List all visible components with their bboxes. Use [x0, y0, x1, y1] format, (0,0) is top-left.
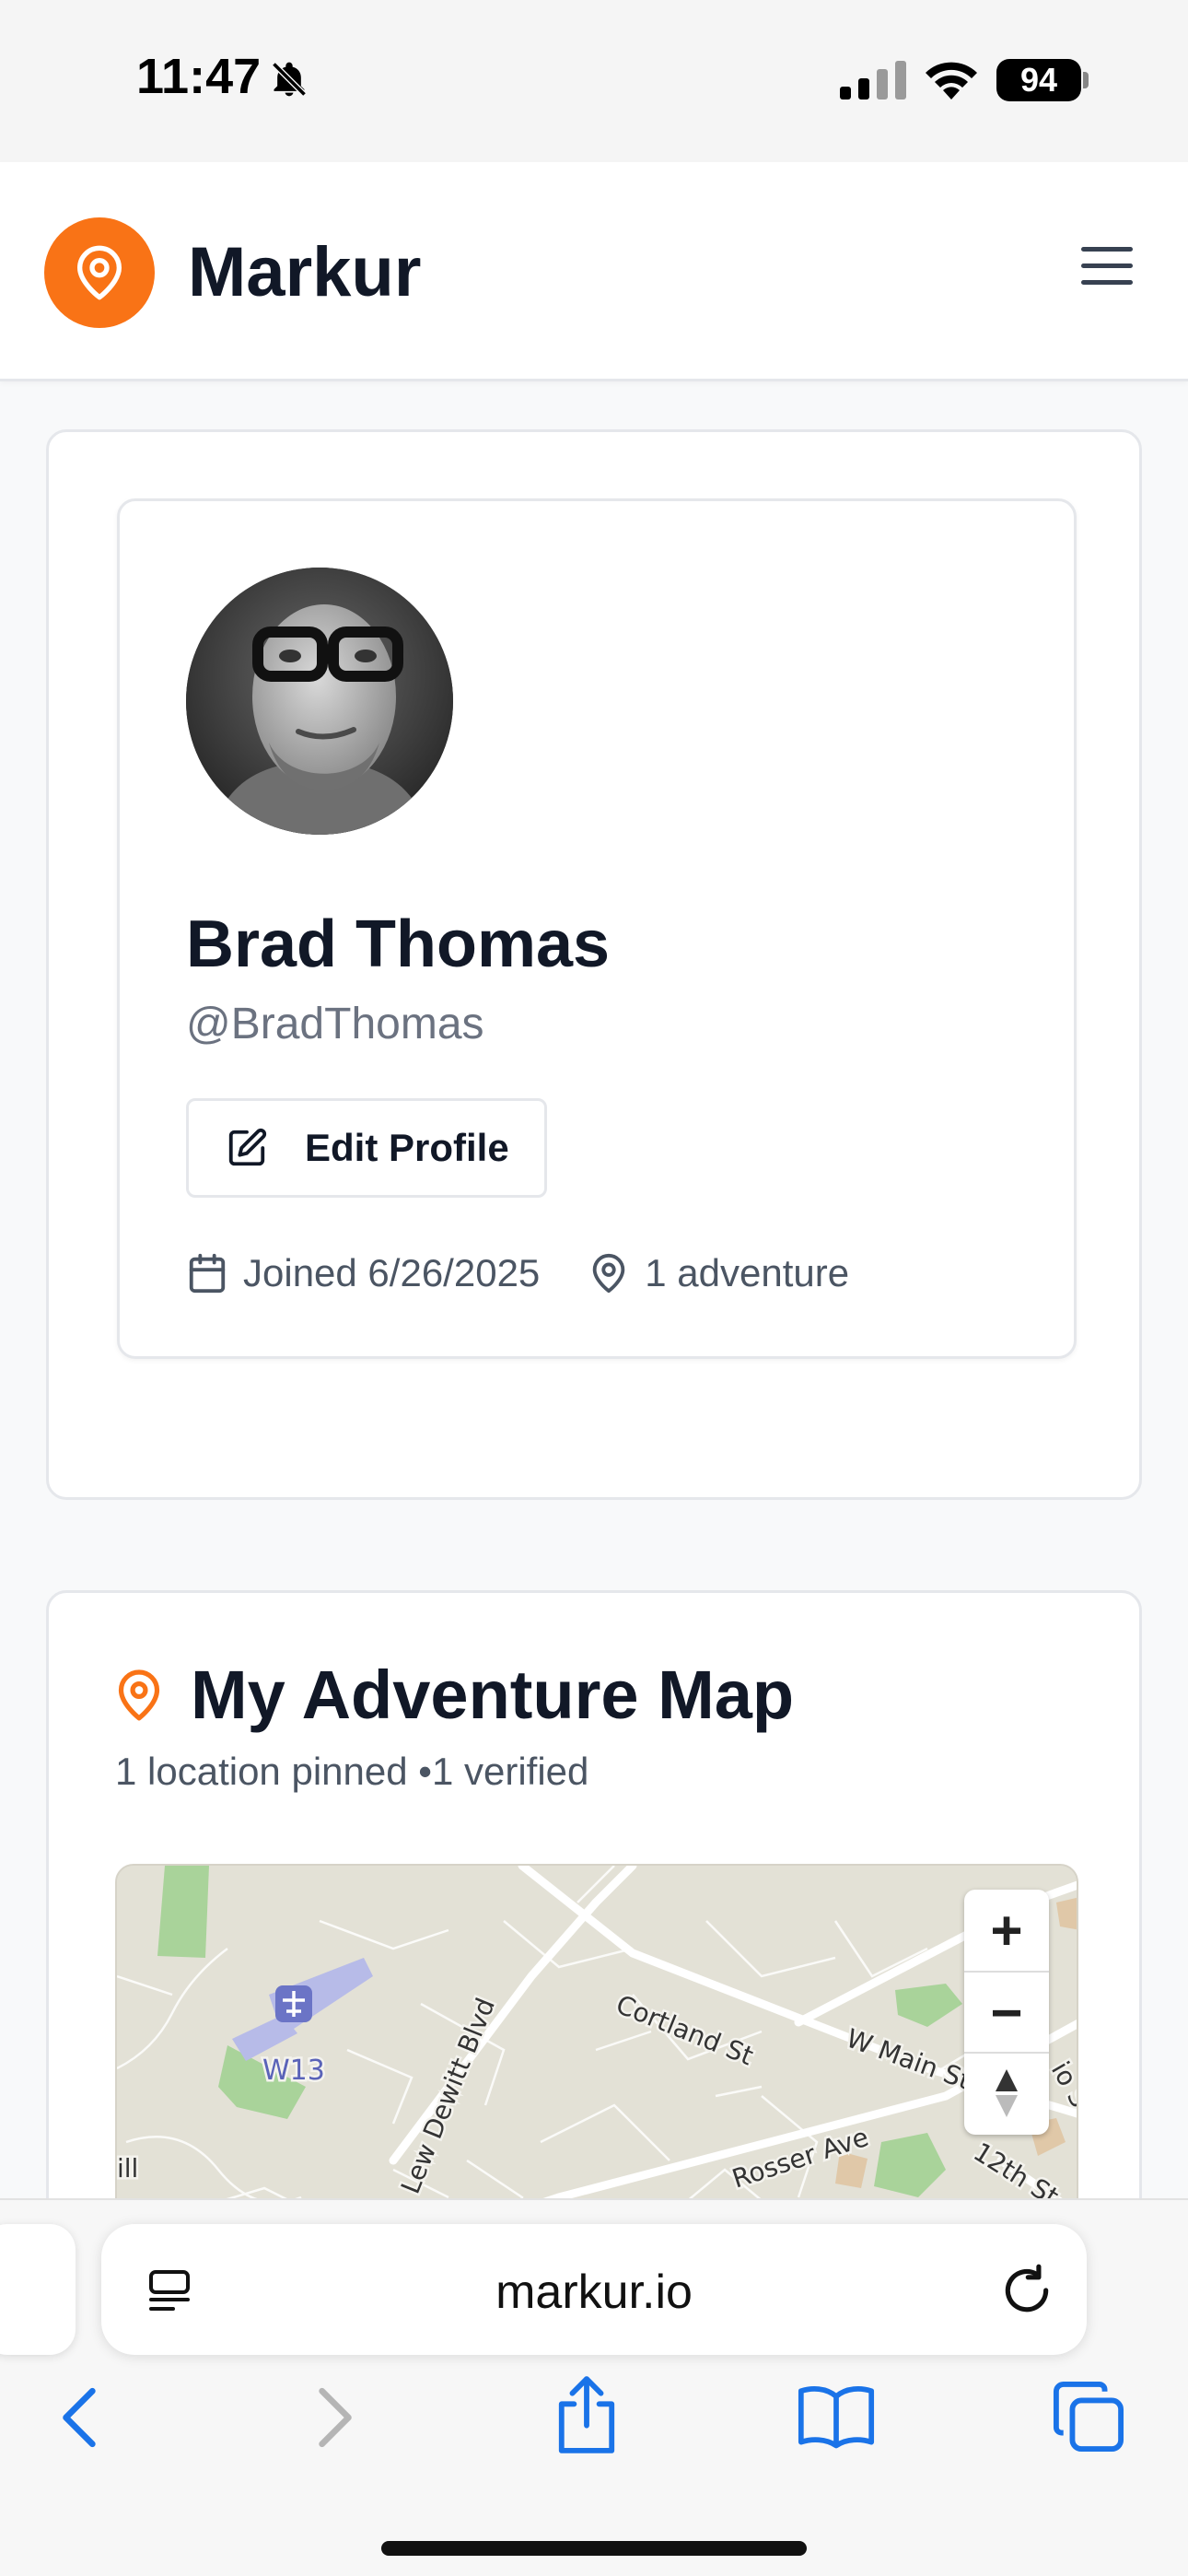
profile-meta: Joined 6/26/2025 1 adventure	[186, 1246, 849, 1301]
map-pin-icon	[77, 245, 122, 300]
battery-cap	[1083, 72, 1089, 88]
logo[interactable]	[44, 217, 155, 328]
home-indicator	[381, 2541, 807, 2556]
zoom-in-button[interactable]: +	[964, 1890, 1049, 1971]
reload-icon[interactable]	[998, 2261, 1055, 2320]
avatar-photo	[186, 568, 453, 835]
tabs-icon[interactable]	[1052, 2381, 1125, 2453]
edit-profile-button[interactable]: Edit Profile	[186, 1098, 547, 1198]
forward-icon[interactable]	[315, 2384, 357, 2451]
status-bar: 11:47 94	[0, 0, 1188, 162]
previous-tab[interactable]	[0, 2224, 76, 2355]
status-time: 11:47	[136, 49, 262, 104]
joined-date: Joined 6/26/2025	[243, 1251, 541, 1294]
map-pin-icon	[118, 1669, 160, 1721]
profile-name: Brad Thomas	[186, 907, 611, 981]
map-title: My Adventure Map	[191, 1657, 795, 1733]
wifi-icon	[926, 62, 977, 100]
share-icon[interactable]	[554, 2375, 619, 2454]
edit-profile-label: Edit Profile	[305, 1126, 509, 1169]
compass-reset-button[interactable]	[964, 2052, 1049, 2133]
map-zoom-controls: + −	[964, 1890, 1049, 2135]
map-pin-icon	[593, 1254, 625, 1294]
compass-icon	[996, 2069, 1018, 2117]
back-icon[interactable]	[57, 2384, 99, 2451]
app-header: Markur	[0, 162, 1188, 381]
edit-icon	[228, 1128, 267, 1166]
url-text[interactable]: markur.io	[101, 2265, 1087, 2320]
airport-label: W13	[262, 2055, 325, 2087]
browser-toolbar: markur.io	[0, 2198, 1188, 2576]
adventure-count: 1 adventure	[645, 1251, 850, 1294]
bell-slash-icon	[272, 62, 307, 97]
profile-card: Brad Thomas @BradThomas Edit Profile Joi…	[117, 498, 1077, 1359]
map-subtitle: 1 location pinned •1 verified	[115, 1750, 589, 1793]
hamburger-menu-icon[interactable]	[1079, 243, 1135, 289]
calendar-icon	[189, 1253, 226, 1294]
profile-section: Brad Thomas @BradThomas Edit Profile Joi…	[46, 429, 1142, 1500]
bookmarks-icon[interactable]	[798, 2381, 875, 2451]
battery-icon: 94	[996, 59, 1081, 101]
address-bar[interactable]: markur.io	[101, 2224, 1087, 2355]
profile-handle: @BradThomas	[186, 1000, 484, 1048]
cellular-signal-icon	[840, 61, 906, 100]
edge-label: ill	[117, 2153, 138, 2184]
zoom-out-button[interactable]: −	[964, 1971, 1049, 2052]
brand-name[interactable]: Markur	[188, 232, 421, 312]
avatar	[186, 568, 453, 835]
